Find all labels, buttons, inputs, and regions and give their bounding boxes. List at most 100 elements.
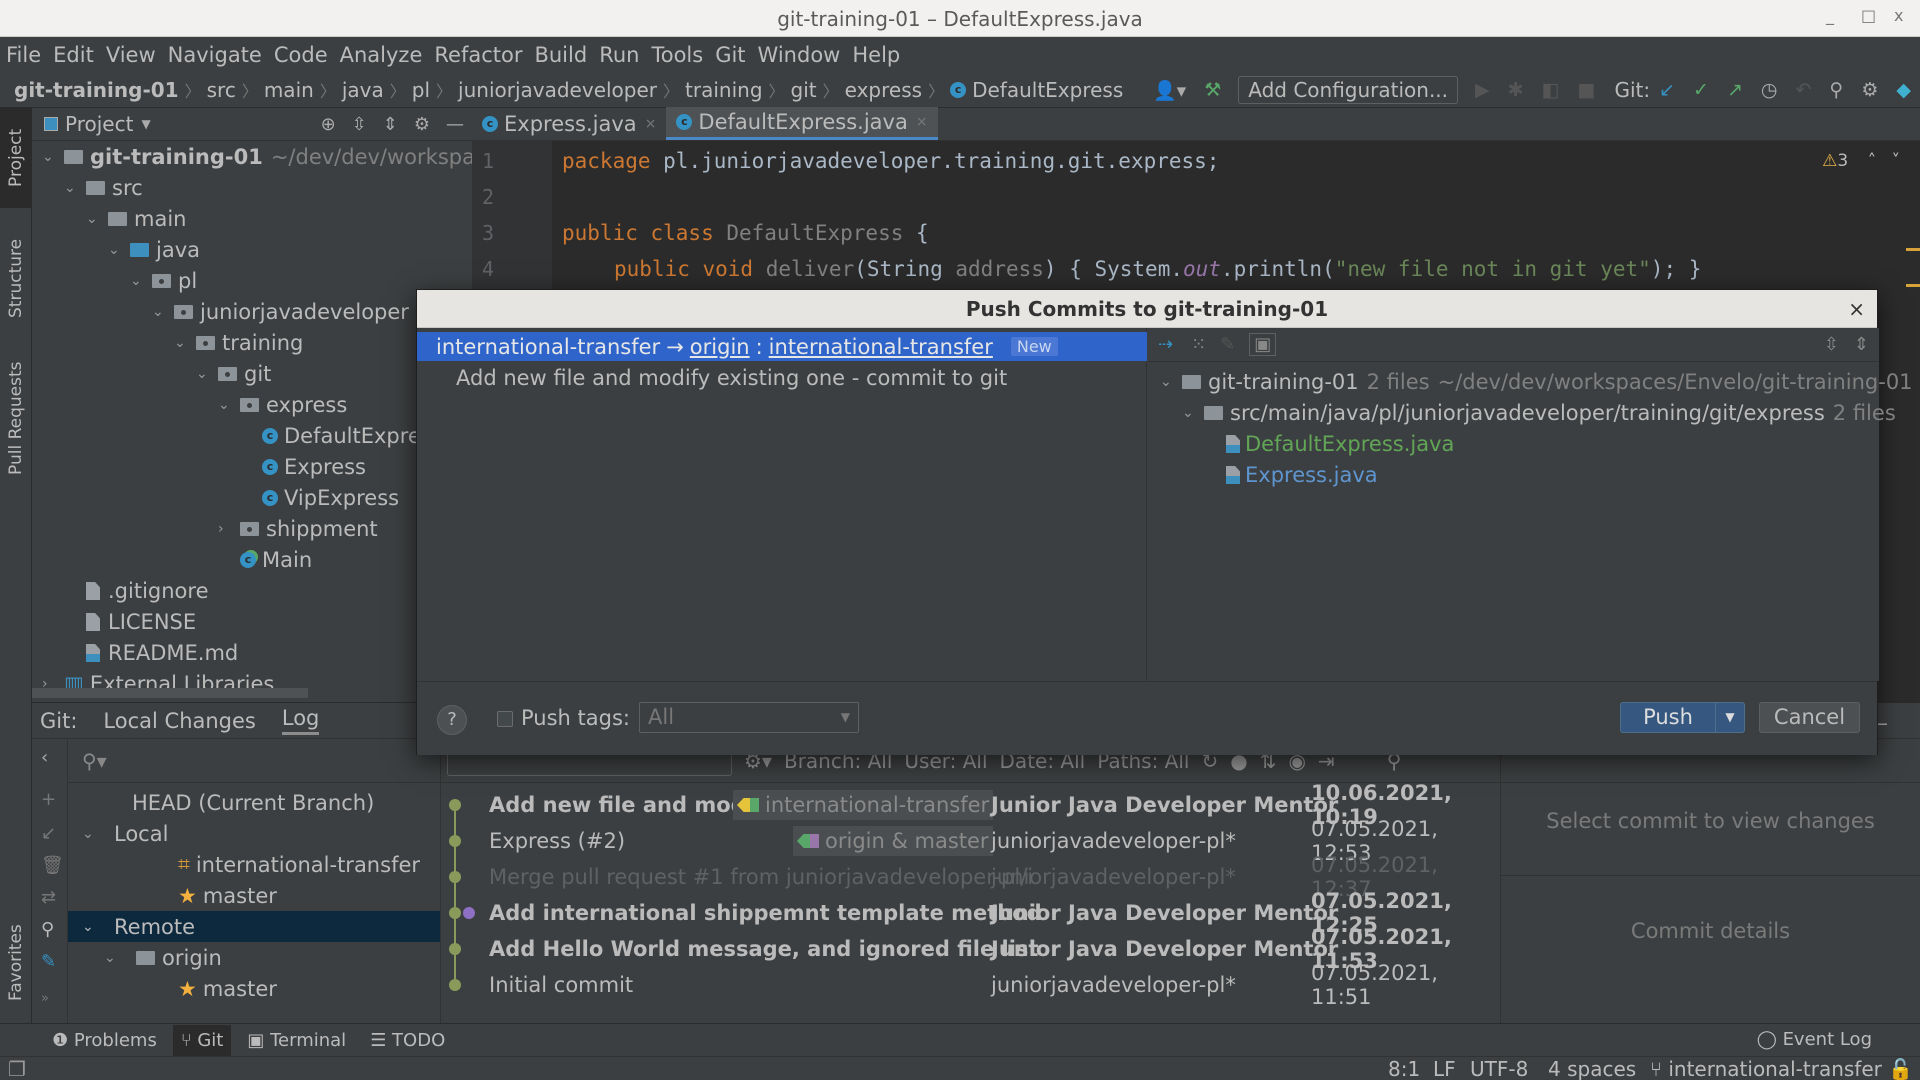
tool-tab-project[interactable]: Project [0,108,32,208]
horizontal-scrollbar[interactable] [32,688,308,698]
branch-remote-origin[interactable]: ⌄ origin [68,942,440,973]
chevron-down-icon[interactable]: ⌄ [86,211,108,227]
breadcrumb-defaultexpress[interactable]: DefaultExpress [972,78,1123,102]
menu-help[interactable]: Help [852,43,900,67]
next-highlight-icon[interactable]: ˅ [1892,151,1901,171]
push-button[interactable]: Push [1621,703,1716,732]
add-configuration-button[interactable]: Add Configuration... [1238,76,1459,104]
tree-item[interactable]: › shippment [218,514,378,544]
caret-position[interactable]: 8:1 [1388,1057,1420,1080]
cancel-button[interactable]: Cancel [1759,702,1860,733]
tree-item[interactable]: .gitignore [64,576,209,606]
chevron-down-icon[interactable]: ▼ [141,117,150,131]
build-hammer-icon[interactable]: ⚒ [1204,79,1221,101]
remote-branch-link[interactable]: international-transfer [769,335,993,359]
remote-link[interactable]: origin [690,335,750,359]
history-icon[interactable]: ◷ [1761,79,1778,101]
breadcrumb-project[interactable]: git-training-01 [14,78,179,102]
minimize-button[interactable]: _ [1826,6,1834,25]
tree-item[interactable]: ⌄ git [196,359,271,389]
error-stripe-mark[interactable] [1906,284,1920,287]
menu-code[interactable]: Code [274,43,328,67]
tree-item[interactable]: ⌄ pl [130,266,197,296]
toggle-tool-windows-icon[interactable]: ❐ [8,1057,26,1080]
tool-tab-terminal[interactable]: ▣ Terminal [239,1025,354,1056]
tool-tab-git[interactable]: ⑂ Git [172,1024,232,1056]
run-icon[interactable]: ▶ [1475,79,1490,101]
branch-search-input[interactable]: ⚲▾ [68,739,440,783]
chevron-down-icon[interactable]: ⌄ [42,149,64,165]
menu-run[interactable]: Run [599,43,639,67]
breadcrumb-src[interactable]: src [207,78,236,102]
directory-node[interactable]: ⌄ src/main/java/pl/juniorjavadeveloper/t… [1182,401,1896,425]
more-icon[interactable]: » [41,991,49,1006]
edit-icon[interactable]: ✎ [1220,334,1235,355]
tree-item[interactable]: c Main [218,545,312,575]
menu-git[interactable]: Git [715,43,745,67]
changed-file[interactable]: DefaultExpress.java [1226,432,1454,456]
tree-item[interactable]: ⌄ java [108,235,200,265]
tool-tab-favorites[interactable]: Favorites [0,908,32,1018]
chevron-right-icon[interactable]: › [218,521,240,537]
file-encoding[interactable]: UTF-8 [1470,1057,1528,1080]
settings-icon[interactable]: ⚙ [1861,79,1878,101]
chevron-down-icon[interactable]: ⌄ [64,180,86,196]
chevron-down-icon[interactable]: ⌄ [82,826,104,842]
chevron-down-icon[interactable]: ⌄ [1182,405,1204,421]
chevron-down-icon[interactable]: ⌄ [174,335,196,351]
tab-express-java[interactable]: c Express.java × [472,107,666,140]
help-button[interactable]: ? [437,705,467,735]
menu-navigate[interactable]: Navigate [168,43,262,67]
tree-item[interactable]: README.md [64,638,238,668]
chevron-down-icon[interactable]: ⌄ [104,950,126,966]
breadcrumb-java[interactable]: java [342,78,384,102]
git-branch-widget[interactable]: ⑂ international-transfer [1650,1057,1882,1080]
push-tags-select[interactable]: All ▼ [639,702,859,733]
tree-root[interactable]: ⌄ git-training-01 ~/dev/dev/workspaces/ [42,142,517,172]
search-icon[interactable]: ⚲ [41,919,54,940]
collapse-all-icon[interactable]: ⇕ [383,114,398,135]
menu-file[interactable]: File [6,43,41,67]
group-by-icon[interactable]: ⁙ [1191,334,1206,355]
changed-file[interactable]: Express.java [1226,463,1378,487]
tree-item[interactable]: ⌄ training [174,328,303,358]
close-window-button[interactable]: x [1894,6,1903,25]
branch-local-international-transfer[interactable]: ⌗ international-transfer [68,849,440,880]
indent-setting[interactable]: 4 spaces [1548,1057,1636,1080]
project-view-selector[interactable]: Project [65,112,133,136]
tree-item[interactable]: ⌄ express [218,390,347,420]
coverage-icon[interactable]: ◧ [1542,79,1560,101]
user-icon[interactable]: 👤▾ [1153,79,1186,102]
push-target-row[interactable]: international-transfer → origin : intern… [417,332,1147,361]
event-log-button[interactable]: ◯ Event Log [1757,1029,1872,1050]
breadcrumb-juniorjavadeveloper[interactable]: juniorjavadeveloper [458,78,657,102]
tab-local-changes[interactable]: Local Changes [103,709,255,733]
tree-item[interactable]: c Express [240,452,366,482]
new-branch-icon[interactable]: + [41,789,56,810]
repo-node[interactable]: ⌄ git-training-01 2 files ~/dev/dev/work… [1160,370,1913,394]
menu-analyze[interactable]: Analyze [340,43,423,67]
update-icon[interactable]: ↙ [41,823,56,844]
collapse-branches-icon[interactable]: ‹ [41,747,48,768]
menu-edit[interactable]: Edit [53,43,94,67]
collapse-all-icon[interactable]: ⇕ [1854,334,1869,355]
chevron-down-icon[interactable]: ⌄ [218,397,240,413]
menu-tools[interactable]: Tools [651,43,703,67]
branch-group-local[interactable]: ⌄ Local [68,818,440,849]
breadcrumb-express[interactable]: express [845,78,922,102]
commit-row[interactable]: Initial commit juniorjavadeveloper-pl* 07.… [441,961,1501,1009]
line-separator[interactable]: LF [1433,1057,1456,1080]
compare-icon[interactable]: ⇢ [1158,334,1173,355]
push-options-dropdown[interactable]: ▼ [1716,703,1744,732]
preview-icon[interactable]: ▣ [1249,333,1277,356]
menu-window[interactable]: Window [758,43,841,67]
tree-item[interactable]: LICENSE [64,607,196,637]
chevron-down-icon[interactable]: ⌄ [152,304,174,320]
inspection-widget[interactable]: ⚠3 ˄ ˅ [1822,151,1900,171]
tree-item[interactable]: ⌄ src [64,173,143,203]
tool-tab-todo[interactable]: ☰ TODO [362,1025,453,1056]
tool-tab-problems[interactable]: ❶ Problems [44,1025,165,1056]
breadcrumb-pl[interactable]: pl [412,78,430,102]
previous-highlight-icon[interactable]: ˄ [1868,151,1877,171]
locate-icon[interactable]: ⊕ [321,114,336,135]
